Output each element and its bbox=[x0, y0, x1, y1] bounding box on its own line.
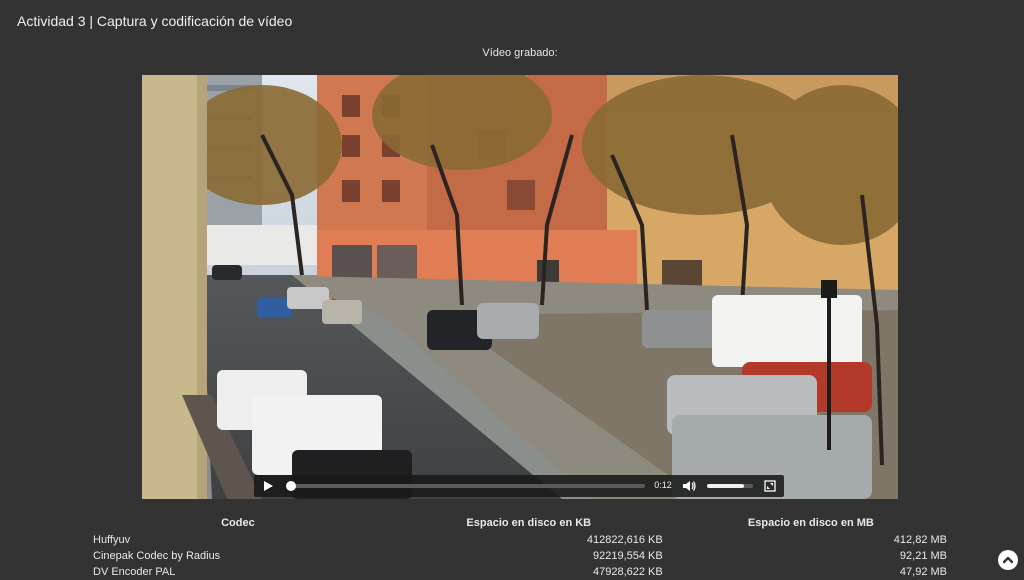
video-caption: Vídeo grabado: bbox=[482, 47, 558, 59]
table-row: Cinepak Codec by Radius 92219,554 KB 92,… bbox=[87, 548, 953, 564]
codec-table: Codec Espacio en disco en KB Espacio en … bbox=[87, 514, 953, 580]
table-header-row: Codec Espacio en disco en KB Espacio en … bbox=[87, 514, 953, 532]
header-mb: Espacio en disco en MB bbox=[747, 517, 874, 529]
table-row: DV Encoder PAL 47928,622 KB 47,92 MB bbox=[87, 564, 953, 580]
fullscreen-button[interactable] bbox=[759, 475, 781, 497]
cell-mb: 92,21 MB bbox=[899, 550, 947, 562]
volume-icon bbox=[683, 481, 696, 491]
cell-mb: 412,82 MB bbox=[893, 534, 947, 546]
table-row: Huffyuv 412822,616 KB 412,82 MB bbox=[87, 532, 953, 548]
cell-kb: 92219,554 KB bbox=[593, 550, 663, 562]
cell-codec: Huffyuv bbox=[93, 534, 131, 546]
scroll-top-button[interactable] bbox=[998, 550, 1018, 570]
page-title: Actividad 3 | Captura y codificación de … bbox=[17, 13, 293, 29]
progress-bar[interactable] bbox=[285, 481, 645, 491]
play-icon bbox=[264, 481, 273, 491]
play-button[interactable] bbox=[257, 475, 279, 497]
video-controls: 0:12 bbox=[254, 475, 784, 497]
cell-codec: DV Encoder PAL bbox=[93, 566, 176, 578]
cell-kb: 412822,616 KB bbox=[586, 534, 663, 546]
chevron-up-icon bbox=[1002, 556, 1014, 564]
header-codec: Codec bbox=[221, 517, 255, 529]
cell-kb: 47928,622 KB bbox=[593, 566, 663, 578]
cell-mb: 47,92 MB bbox=[899, 566, 947, 578]
video-player[interactable]: 0:12 bbox=[142, 75, 898, 499]
time-display: 0:12 bbox=[654, 480, 672, 490]
volume-button[interactable] bbox=[678, 475, 700, 497]
volume-slider[interactable] bbox=[707, 484, 753, 488]
fullscreen-icon bbox=[764, 480, 776, 492]
progress-handle[interactable] bbox=[285, 481, 296, 491]
video-frame-image bbox=[142, 75, 898, 499]
volume-fill bbox=[707, 484, 744, 488]
header-kb: Espacio en disco en KB bbox=[466, 517, 592, 529]
cell-codec: Cinepak Codec by Radius bbox=[93, 550, 221, 562]
